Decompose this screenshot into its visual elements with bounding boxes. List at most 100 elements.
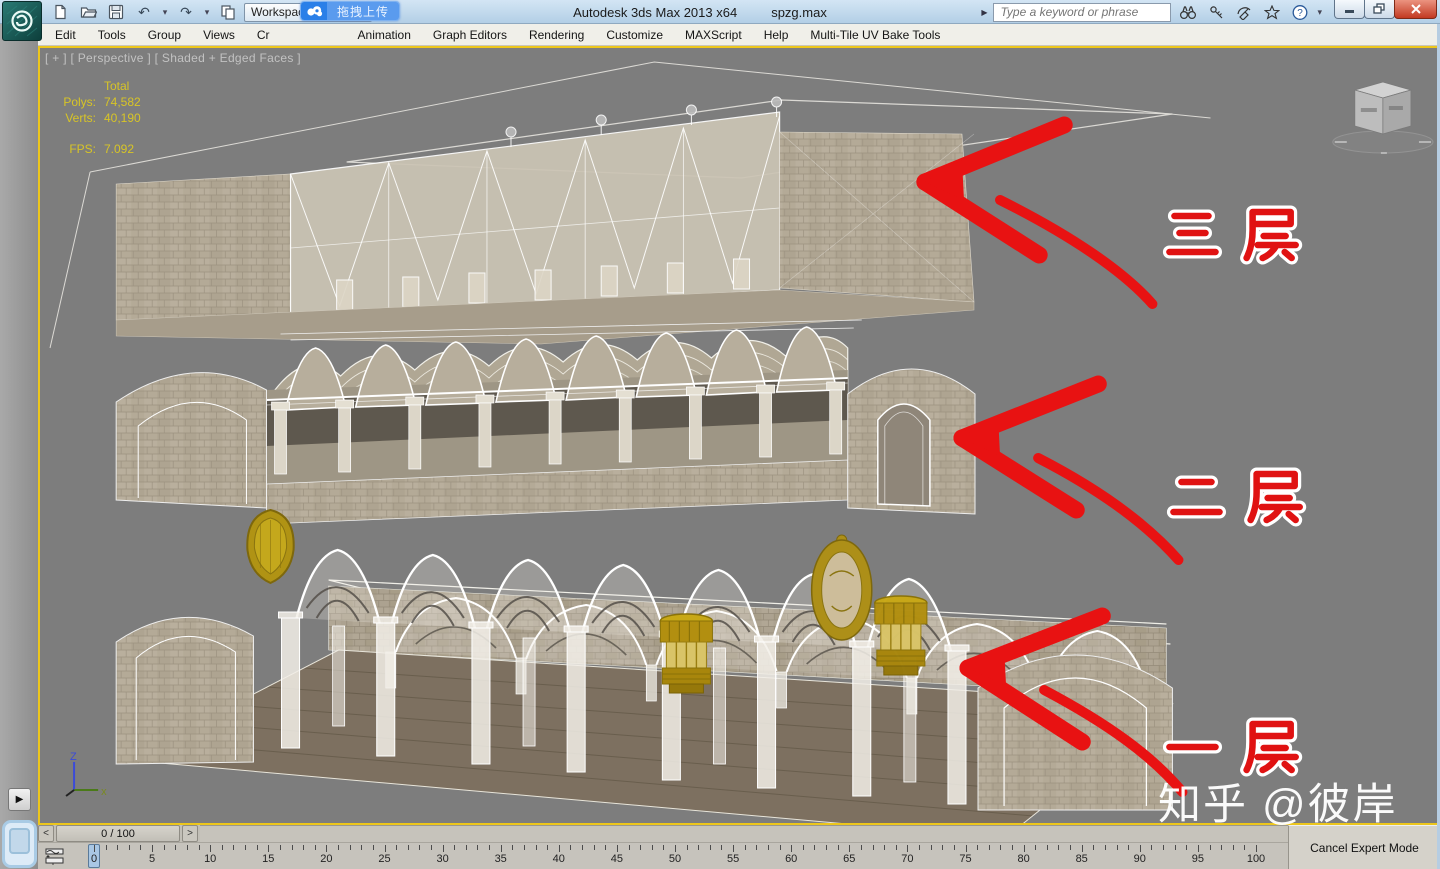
stats-total-label: Total: [104, 79, 130, 93]
perspective-viewport[interactable]: Z x [ + ] [ Perspective ] [ Shaded + Edg…: [38, 46, 1440, 825]
satellite-icon: [1237, 6, 1251, 20]
save-file-button[interactable]: [104, 2, 128, 22]
ruler-tick: [779, 845, 781, 850]
viewport-label[interactable]: [ + ] [ Perspective ] [ Shaded + Edged F…: [45, 51, 301, 65]
mini-curve-editor-button[interactable]: [38, 843, 72, 869]
scene-3d-model[interactable]: Z x: [40, 48, 1438, 823]
ruler-tick-label: 55: [726, 853, 740, 865]
menu-item-graph-editors[interactable]: Graph Editors: [422, 25, 518, 45]
ruler-tick: [489, 845, 491, 850]
menu-item-views[interactable]: Views: [192, 25, 246, 45]
ruler-tick: [988, 845, 990, 850]
communication-center-button[interactable]: [1233, 2, 1255, 22]
ruler-tick: [570, 845, 572, 850]
new-file-button[interactable]: [48, 2, 72, 22]
ruler-tick: [686, 845, 688, 850]
menu-item-maxscript[interactable]: MAXScript: [674, 25, 753, 45]
undo-button[interactable]: ↶: [132, 2, 156, 22]
redo-button[interactable]: ↷: [174, 2, 198, 22]
restore-button[interactable]: [1364, 0, 1395, 19]
menu-item-customize[interactable]: Customize: [595, 25, 674, 45]
ruler-tick: [814, 845, 816, 850]
ruler-tick: [442, 845, 444, 852]
ruler-tick: [128, 845, 130, 850]
building-tier-1[interactable]: [115, 548, 1174, 823]
ruler-tick: [407, 845, 409, 850]
ruler-tick: [117, 845, 119, 850]
ruler-tick-label: 10: [204, 853, 217, 865]
undo-dropdown[interactable]: ▾: [160, 2, 170, 22]
ruler-tick: [535, 845, 537, 850]
ruler-tick: [1104, 845, 1106, 850]
minimize-button[interactable]: [1334, 0, 1365, 19]
ruler-tick: [558, 845, 560, 852]
cancel-expert-mode-button[interactable]: Cancel Expert Mode: [1288, 825, 1440, 869]
ruler-tick: [1174, 845, 1176, 850]
app-menu-button[interactable]: [2, 1, 42, 41]
ruler-tick: [94, 845, 95, 852]
ruler-tick: [826, 845, 828, 850]
ruler-tick: [1151, 845, 1153, 850]
previous-frame-button[interactable]: <: [38, 825, 54, 842]
ruler-tick-label: 75: [959, 853, 972, 865]
ruler-tick: [1000, 845, 1002, 850]
sign-in-button[interactable]: [1205, 2, 1227, 22]
redo-icon: ↷: [180, 3, 192, 20]
ruler-tick: [245, 845, 247, 850]
window-controls: [1334, 0, 1437, 19]
ruler-tick: [105, 845, 107, 850]
menu-item-cr[interactable]: Cr: [246, 25, 281, 45]
menu-item-rendering[interactable]: Rendering: [518, 25, 595, 45]
redo-dropdown[interactable]: ▾: [202, 2, 212, 22]
viewport-statistics: Total Polys: 74,582 Verts: 40,190 FPS: 7.09…: [50, 78, 140, 157]
menu-item-help[interactable]: Help: [753, 25, 800, 45]
ruler-tick: [1058, 845, 1060, 850]
next-frame-button[interactable]: >: [182, 825, 198, 842]
menu-item-multi-tile-uv-bake-tools[interactable]: Multi-Tile UV Bake Tools: [799, 25, 951, 45]
open-file-button[interactable]: [76, 2, 100, 22]
gold-lantern-ornament[interactable]: [659, 613, 714, 694]
track-bar-ruler[interactable]: 0 5 10 15 20 25 30 35 40 45 50 55 60 65 70 75 80 85 90 95 10…: [72, 843, 1288, 869]
track-bar: 0 5 10 15 20 25 30 35 40 45 50 55 60 65 70 75 80 85 90 95 10…: [38, 843, 1288, 869]
overlay-app-chip-inner: [9, 828, 30, 854]
ruler-tick: [140, 845, 142, 850]
menu-item-edit[interactable]: Edit: [44, 25, 87, 45]
bottom-bar: < 0 / 100 > 0 5 10 15 20 25 30 35 40 45 50 55 60 65 70…: [38, 825, 1440, 869]
menu-item-tools[interactable]: Tools: [87, 25, 137, 45]
gold-mirror-ornament[interactable]: [810, 534, 873, 641]
search-input[interactable]: [993, 2, 1172, 22]
search-button[interactable]: [1177, 2, 1199, 22]
ruler-tick: [152, 845, 154, 852]
menu-item-animation[interactable]: Animation: [347, 25, 422, 45]
ruler-tick: [767, 845, 769, 850]
ruler-tick: [791, 845, 793, 852]
view-cube[interactable]: [1332, 81, 1434, 154]
ruler-tick: [593, 845, 595, 850]
time-slider-handle[interactable]: 0 / 100: [56, 825, 180, 842]
help-button[interactable]: ?: [1289, 2, 1311, 22]
cloud-icon: [301, 2, 327, 20]
overlay-app-chip[interactable]: [2, 820, 37, 868]
clone-button[interactable]: [216, 2, 240, 22]
help-dropdown[interactable]: ▾: [1317, 7, 1322, 18]
undo-icon: ↶: [138, 3, 150, 20]
expand-panel-button[interactable]: ▶: [8, 788, 31, 811]
building-tier-2[interactable]: [115, 319, 976, 525]
close-button[interactable]: [1394, 0, 1437, 19]
ruler-tick: [163, 845, 165, 850]
workarea: Z x [ + ] [ Perspective ] [ Shaded + Edg…: [38, 46, 1440, 825]
upload-badge-label: 拖拽上传: [327, 2, 400, 20]
gold-lantern-ornament-2[interactable]: [874, 595, 928, 676]
time-slider-rail[interactable]: [200, 825, 1288, 842]
ruler-tick: [651, 845, 653, 850]
infocenter-expand-icon[interactable]: ▶: [981, 8, 987, 17]
fps-value: 7.092: [104, 142, 135, 156]
ruler-tick: [268, 845, 270, 852]
upload-overlay-badge[interactable]: 拖拽上传: [300, 1, 401, 21]
ruler-tick: [628, 845, 630, 850]
ruler-tick-label: 20: [320, 853, 333, 865]
favorites-button[interactable]: [1261, 2, 1283, 22]
gold-shield-ornament[interactable]: [246, 508, 295, 585]
menu-item-group[interactable]: Group: [137, 25, 192, 45]
ruler-tick-label: 80: [1017, 853, 1030, 865]
